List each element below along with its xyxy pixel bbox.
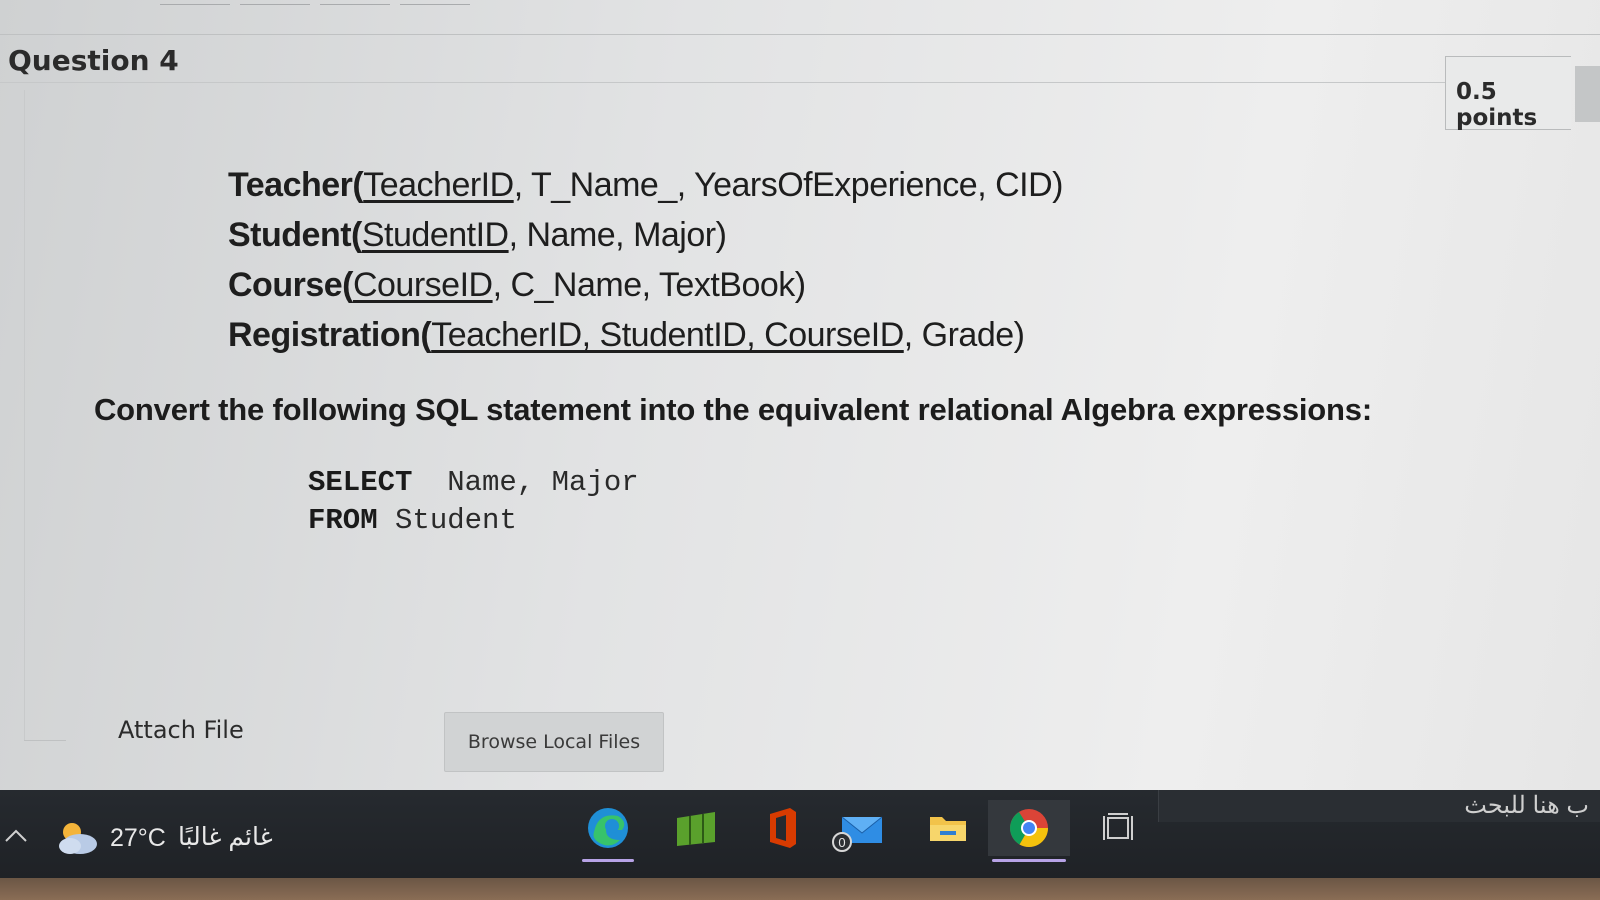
top-tab[interactable] bbox=[160, 0, 230, 5]
relation-name: Student bbox=[228, 216, 352, 254]
divider bbox=[0, 82, 1445, 83]
edge-icon[interactable] bbox=[578, 800, 638, 862]
relation-paren: ( bbox=[351, 216, 362, 254]
assignment-page: Question 4 0.5 points Teacher(TeacherID,… bbox=[0, 0, 1600, 790]
question-title: Question 4 bbox=[8, 44, 179, 77]
spreadsheet-icon[interactable] bbox=[666, 800, 726, 856]
mail-icon[interactable]: 0 bbox=[830, 800, 890, 856]
sql-line-from: FROM Student bbox=[308, 502, 639, 540]
mail-unread-badge: 0 bbox=[832, 832, 852, 852]
primary-key: TeacherID, StudentID, CourseID bbox=[431, 316, 904, 354]
primary-key: CourseID bbox=[352, 266, 493, 304]
primary-key: TeacherID bbox=[363, 166, 514, 204]
relation-paren: ( bbox=[342, 266, 353, 304]
search-placeholder: ب هنا للبحث bbox=[1464, 792, 1589, 819]
points-label: 0.5 points bbox=[1456, 79, 1538, 131]
desk-edge bbox=[0, 878, 1600, 900]
question-border bbox=[24, 90, 25, 740]
weather-description[interactable]: غائم غالبًا bbox=[178, 822, 273, 852]
relation-attributes: , T_Name_, YearsOfExperience, CID) bbox=[513, 166, 1064, 204]
sql-code: SELECT Name, Major FROM Student bbox=[308, 464, 639, 540]
top-tabs bbox=[160, 0, 470, 6]
relation-name: Course bbox=[228, 266, 343, 304]
relation-attributes: , Name, Major) bbox=[508, 216, 727, 254]
attach-file-label: Attach File bbox=[118, 716, 244, 744]
relation-attributes: , C_Name, TextBook) bbox=[492, 266, 807, 304]
top-tab[interactable] bbox=[320, 0, 390, 5]
weather-temperature[interactable]: 27°C bbox=[110, 824, 166, 853]
schema-block: Teacher(TeacherID, T_Name_, YearsOfExper… bbox=[228, 160, 1063, 360]
schema-course: Course(CourseID, C_Name, TextBook) bbox=[228, 260, 1063, 310]
points-box: 0.5 points bbox=[1445, 56, 1571, 131]
relation-paren: ( bbox=[352, 166, 364, 204]
taskbar-search-box[interactable]: ب هنا للبحث bbox=[1158, 790, 1600, 822]
active-indicator bbox=[582, 859, 634, 862]
chevron-up-icon[interactable] bbox=[2, 826, 30, 846]
primary-key: StudentID bbox=[361, 216, 509, 254]
schema-student: Student(StudentID, Name, Major) bbox=[228, 210, 1063, 260]
side-tab[interactable] bbox=[1575, 66, 1600, 122]
top-tab[interactable] bbox=[400, 0, 470, 5]
file-explorer-icon[interactable] bbox=[918, 800, 978, 856]
divider bbox=[0, 34, 1600, 35]
sql-text: Name, Major bbox=[412, 466, 639, 499]
sql-text: Student bbox=[377, 504, 517, 537]
relation-paren: ( bbox=[420, 316, 432, 354]
relation-attributes: , Grade) bbox=[903, 316, 1025, 354]
office-icon[interactable] bbox=[752, 800, 812, 856]
sql-line-select: SELECT Name, Major bbox=[308, 464, 639, 502]
active-indicator bbox=[992, 859, 1066, 862]
schema-teacher: Teacher(TeacherID, T_Name_, YearsOfExper… bbox=[228, 160, 1063, 210]
question-instruction: Convert the following SQL statement into… bbox=[94, 392, 1372, 427]
question-border bbox=[24, 740, 66, 741]
schema-registration: Registration(TeacherID, StudentID, Cours… bbox=[228, 310, 1063, 360]
weather-cloud-icon[interactable] bbox=[52, 818, 100, 856]
task-view-icon[interactable] bbox=[1088, 800, 1148, 856]
sql-keyword: SELECT bbox=[308, 466, 413, 499]
top-tab[interactable] bbox=[240, 0, 310, 5]
chrome-icon[interactable] bbox=[988, 800, 1070, 862]
relation-name: Teacher bbox=[228, 166, 353, 204]
browse-local-files-button[interactable]: Browse Local Files bbox=[444, 712, 664, 772]
sql-keyword: FROM bbox=[308, 504, 378, 537]
relation-name: Registration bbox=[228, 316, 421, 354]
taskbar: 27°C غائم غالبًا 0 ب هنا للبحث bbox=[0, 790, 1600, 878]
